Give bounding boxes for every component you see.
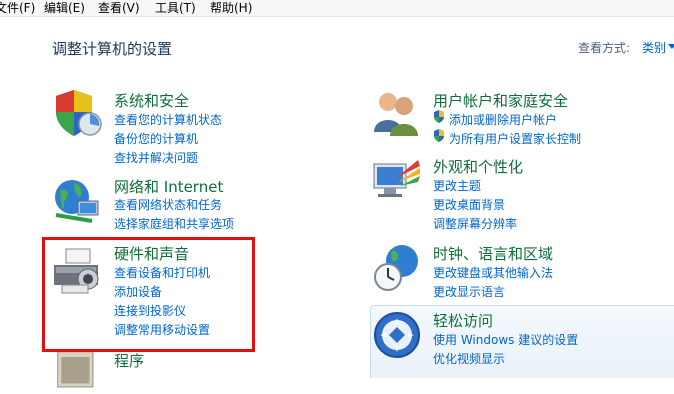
uac-shield-icon	[434, 129, 444, 142]
link-parental-controls[interactable]: 为所有用户设置家长控制	[449, 130, 581, 147]
shield-icon[interactable]	[52, 88, 102, 138]
menu-edit[interactable]: 编辑(E)	[44, 0, 85, 16]
menu-view[interactable]: 查看(V)	[98, 0, 140, 16]
category-title[interactable]: 系统和安全	[114, 90, 189, 111]
category-title[interactable]: 程序	[114, 350, 144, 371]
category-title[interactable]: 轻松访问	[433, 310, 493, 331]
link-optimize-visual-display[interactable]: 优化视频显示	[433, 350, 505, 367]
link-add-remove-users[interactable]: 添加或删除用户帐户	[449, 111, 557, 128]
link-change-theme[interactable]: 更改主题	[433, 177, 481, 194]
link-troubleshoot[interactable]: 查找并解决问题	[114, 149, 198, 166]
category-clock-language-region: 时钟、语言和区域 更改键盘或其他输入法 更改显示语言	[372, 243, 672, 303]
network-globe-icon[interactable]	[52, 175, 102, 225]
monitor-palette-icon[interactable]	[372, 156, 422, 206]
link-windows-recommended-settings[interactable]: 使用 Windows 建议的设置	[433, 331, 578, 348]
category-user-accounts: 用户帐户和家庭安全 添加或删除用户帐户 为所有用户设置家长控制	[372, 88, 672, 148]
link-backup-computer[interactable]: 备份您的计算机	[114, 130, 198, 147]
programs-icon[interactable]	[56, 350, 100, 394]
category-programs: 程序	[52, 350, 252, 388]
view-by-label: 查看方式:	[578, 41, 631, 55]
link-screen-resolution[interactable]: 调整屏幕分辨率	[433, 215, 517, 232]
category-title[interactable]: 网络和 Internet	[114, 176, 223, 197]
chevron-down-icon[interactable]	[668, 44, 674, 49]
link-network-status[interactable]: 查看网络状态和任务	[114, 196, 222, 213]
link-keyboard-input[interactable]: 更改键盘或其他输入法	[433, 264, 553, 281]
category-network-internet: 网络和 Internet 查看网络状态和任务 选择家庭组和共享选项	[52, 175, 302, 235]
link-display-language[interactable]: 更改显示语言	[433, 283, 505, 300]
uac-shield-icon	[434, 110, 444, 123]
ease-of-access-icon[interactable]	[372, 310, 422, 360]
category-appearance: 外观和个性化 更改主题 更改桌面背景 调整屏幕分辨率	[372, 156, 672, 231]
menu-file[interactable]: 文件(F)	[0, 0, 35, 16]
menu-help[interactable]: 帮助(H)	[210, 0, 252, 16]
link-desktop-background[interactable]: 更改桌面背景	[433, 196, 505, 213]
category-title[interactable]: 时钟、语言和区域	[433, 243, 553, 264]
menu-tools[interactable]: 工具(T)	[155, 0, 196, 16]
users-icon[interactable]	[372, 88, 422, 138]
link-homegroup-sharing[interactable]: 选择家庭组和共享选项	[114, 215, 234, 232]
view-by-dropdown[interactable]: 类别	[642, 39, 666, 56]
clock-globe-icon[interactable]	[372, 243, 422, 293]
category-title[interactable]: 外观和个性化	[433, 156, 523, 177]
page-title: 调整计算机的设置	[52, 40, 173, 58]
category-title[interactable]: 用户帐户和家庭安全	[433, 90, 568, 111]
menu-bar: 文件(F) 编辑(E) 查看(V) 工具(T) 帮助(H)	[0, 0, 674, 17]
highlight-box	[42, 237, 255, 352]
category-ease-of-access: 轻松访问 使用 Windows 建议的设置 优化视频显示	[372, 310, 672, 370]
category-system-security: 系统和安全 查看您的计算机状态 备份您的计算机 查找并解决问题	[52, 88, 302, 168]
link-view-computer-status[interactable]: 查看您的计算机状态	[114, 111, 222, 128]
